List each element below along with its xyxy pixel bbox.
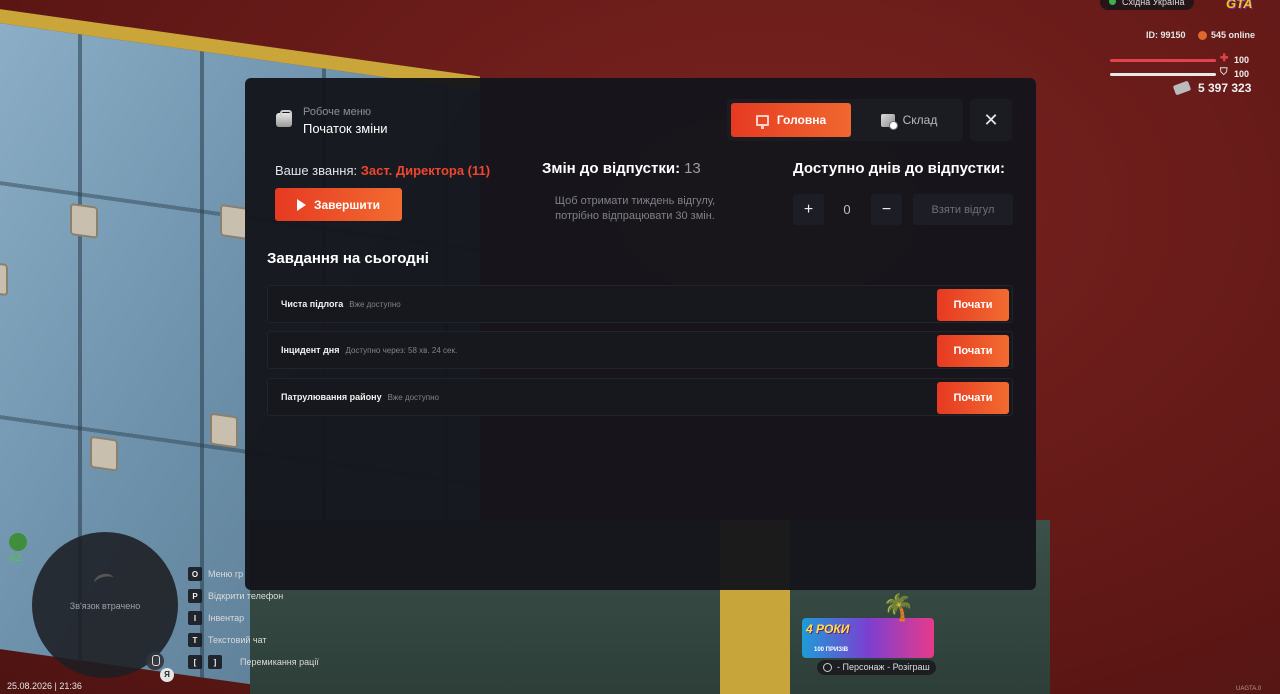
minimap-status: Зв'язок втрачено <box>69 601 141 611</box>
work-menu-modal: Робоче меню Початок зміни Головна Склад … <box>245 78 1036 590</box>
money-value: 5 397 323 <box>1198 81 1252 95</box>
promo-title: 4 РОКИ <box>806 622 850 636</box>
task-row: Інцидент дня Доступно через: 58 хв. 24 се… <box>267 331 1013 369</box>
key-cap: T <box>188 633 202 647</box>
presentation-board-icon <box>755 114 769 129</box>
online-label: 545 online <box>1211 30 1256 40</box>
cash-icon <box>1172 80 1192 96</box>
promo-caption: - Персонаж - Розіграш <box>817 660 936 675</box>
armor-value: 100 <box>1234 69 1250 79</box>
locker-lock <box>220 204 248 240</box>
keybind-label: Інвентар <box>208 613 245 623</box>
locker-lock <box>90 435 118 472</box>
key-cap: I <box>188 611 202 625</box>
player-id: ID: 99150 <box>1146 30 1186 40</box>
shield-icon: ⛉ <box>1220 67 1228 78</box>
vacation-days-value: 0 <box>843 202 851 217</box>
keybind-hints: O Меню гр P Відкрити телефон I Інвентар … <box>188 563 319 673</box>
task-name: Чиста підлога <box>281 299 344 309</box>
health-value: 100 <box>1234 55 1250 65</box>
health-icon: ✚ <box>1220 53 1229 64</box>
task-status: Вже доступно <box>387 393 440 402</box>
key-cap: ] <box>208 655 222 669</box>
key-cap: [ <box>188 655 202 669</box>
close-icon: ✕ <box>983 109 999 130</box>
no-signal-icon <box>92 571 116 591</box>
locker-lock <box>70 202 98 239</box>
rank-value: Заст. Директора (11) <box>360 163 491 178</box>
tab-bar: Головна Склад <box>727 99 963 141</box>
promo-banner[interactable]: 🌴 4 РОКИ 100 ПРИЗІВ <box>800 592 938 664</box>
vacation-days-title: Доступно днів до відпустки: <box>793 160 1006 177</box>
take-leave-button[interactable]: Взяти відгул <box>913 194 1013 225</box>
shifts-note-line: потрібно відпрацювати 30 змін. <box>555 210 715 222</box>
play-icon <box>296 198 306 211</box>
start-task-button[interactable]: Почати <box>937 335 1009 367</box>
keybind-label: Текстовий чат <box>208 635 267 645</box>
tasks-title: Завдання на сьогодні <box>267 250 429 267</box>
microphone-icon[interactable] <box>146 652 164 670</box>
shifts-value: 13 <box>684 160 701 177</box>
zone-badge-icon <box>9 533 27 551</box>
task-name: Патрулювання району <box>281 392 382 402</box>
shifts-note-line: Щоб отримати тиждень відгулу, <box>554 195 716 207</box>
keybind-row: T Текстовий чат <box>188 629 319 651</box>
armor-bar-fill <box>1110 73 1216 76</box>
start-task-button[interactable]: Почати <box>937 289 1009 321</box>
money: 5 397 323 <box>1172 80 1252 96</box>
rank-line: Ваше звання: Заст. Директора (11) <box>275 163 490 178</box>
vacation-minus-button[interactable]: − <box>871 194 902 225</box>
keybind-row: O Меню гр <box>188 563 319 585</box>
shifts-label: Змін до відпустки: <box>542 160 681 177</box>
online-icon <box>1198 30 1207 40</box>
server-name: Східна Україна <box>1100 0 1195 10</box>
online-count: 545 online <box>1198 30 1255 40</box>
keybind-label: Перемикання рації <box>240 657 319 667</box>
keybind-label: Меню гр <box>208 569 244 579</box>
date-time: 25.08.2026 | 21:36 <box>7 681 82 691</box>
keybind-row: [ ] Перемикання рації <box>188 651 319 673</box>
tab-storage[interactable]: Склад <box>859 103 959 137</box>
locker-lock <box>0 260 8 297</box>
palm-icon: 🌴 <box>882 592 915 622</box>
health-bar <box>1110 59 1216 62</box>
tab-main[interactable]: Головна <box>731 103 851 137</box>
locker-lock <box>210 412 238 449</box>
watermark: UAGTA.0 <box>1236 686 1262 692</box>
keybind-label: Відкрити телефон <box>208 591 284 601</box>
vacation-plus-button[interactable]: + <box>793 194 824 225</box>
finish-shift-button[interactable]: Завершити <box>275 188 402 221</box>
modal-title: Початок зміни <box>303 121 388 136</box>
key-cap: P <box>188 589 202 603</box>
zone-label: GZ <box>9 553 22 563</box>
finish-shift-label: Завершити <box>313 197 381 212</box>
start-task-button[interactable]: Почати <box>937 382 1009 414</box>
task-status: Доступно через: 58 хв. 24 сек. <box>345 346 458 355</box>
tab-storage-label: Склад <box>902 113 938 127</box>
promo-subtitle: 100 ПРИЗІВ <box>814 647 849 653</box>
keybind-row: P Відкрити телефон <box>188 585 319 607</box>
task-name: Інцидент дня <box>281 345 340 355</box>
shifts-to-vacation: Змін до відпустки: 13 <box>542 160 701 177</box>
task-row: Патрулювання району Вже доступно Почати <box>267 378 1013 416</box>
close-button[interactable]: ✕ <box>970 99 1012 141</box>
storage-box-icon <box>880 113 898 130</box>
shifts-note: Щоб отримати тиждень відгулу, потрібно в… <box>515 194 755 224</box>
rank-label: Ваше звання: <box>275 163 358 178</box>
key-cap: O <box>188 567 202 581</box>
health-bar-fill <box>1110 59 1216 62</box>
task-row: Чиста підлога Вже доступно Почати <box>267 285 1013 323</box>
keybind-row: I Інвентар <box>188 607 319 629</box>
mic-key: Я <box>160 668 174 682</box>
tab-main-label: Головна <box>776 113 827 127</box>
armor-bar <box>1110 73 1216 76</box>
briefcase-icon <box>276 110 292 127</box>
game-logo: GTA <box>1226 0 1253 11</box>
modal-subtitle: Робоче меню <box>303 106 372 118</box>
task-status: Вже доступно <box>349 300 401 309</box>
